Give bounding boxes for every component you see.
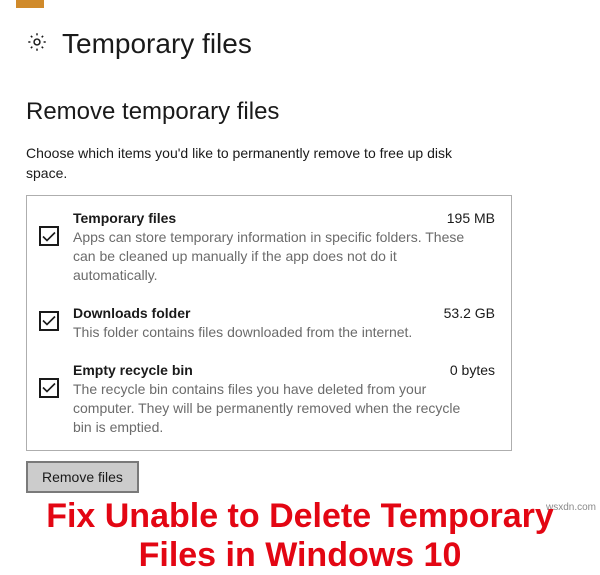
item-body: Empty recycle bin 0 bytes The recycle bi… (73, 362, 495, 437)
item-head: Downloads folder 53.2 GB (73, 305, 495, 321)
gear-icon (26, 31, 48, 58)
item-description: This folder contains files downloaded fr… (73, 323, 473, 342)
item-head: Temporary files 195 MB (73, 210, 495, 226)
remove-files-button[interactable]: Remove files (26, 461, 139, 493)
temp-files-list: Temporary files 195 MB Apps can store te… (26, 195, 512, 451)
checkbox-downloads[interactable] (39, 311, 59, 331)
item-title: Downloads folder (73, 305, 190, 321)
section-title: Remove temporary files (26, 98, 574, 126)
item-body: Downloads folder 53.2 GB This folder con… (73, 305, 495, 342)
check-icon (42, 382, 56, 393)
check-icon (42, 315, 56, 326)
item-size: 195 MB (447, 210, 495, 226)
item-description: The recycle bin contains files you have … (73, 380, 473, 437)
item-description: Apps can store temporary information in … (73, 228, 473, 285)
settings-page: Temporary files Remove temporary files C… (0, 0, 600, 493)
accent-block (16, 0, 44, 8)
item-body: Temporary files 195 MB Apps can store te… (73, 210, 495, 285)
checkbox-temp-files[interactable] (39, 226, 59, 246)
list-item: Empty recycle bin 0 bytes The recycle bi… (39, 362, 495, 437)
list-item: Downloads folder 53.2 GB This folder con… (39, 305, 495, 342)
page-header: Temporary files (26, 28, 574, 60)
item-size: 0 bytes (450, 362, 495, 378)
check-icon (42, 231, 56, 242)
item-size: 53.2 GB (444, 305, 495, 321)
page-title: Temporary files (62, 28, 252, 60)
checkbox-recycle-bin[interactable] (39, 378, 59, 398)
section-description: Choose which items you'd like to permane… (26, 144, 456, 183)
item-head: Empty recycle bin 0 bytes (73, 362, 495, 378)
article-banner: Fix Unable to Delete Temporary Files in … (0, 497, 600, 575)
item-title: Empty recycle bin (73, 362, 193, 378)
list-item: Temporary files 195 MB Apps can store te… (39, 210, 495, 285)
item-title: Temporary files (73, 210, 176, 226)
